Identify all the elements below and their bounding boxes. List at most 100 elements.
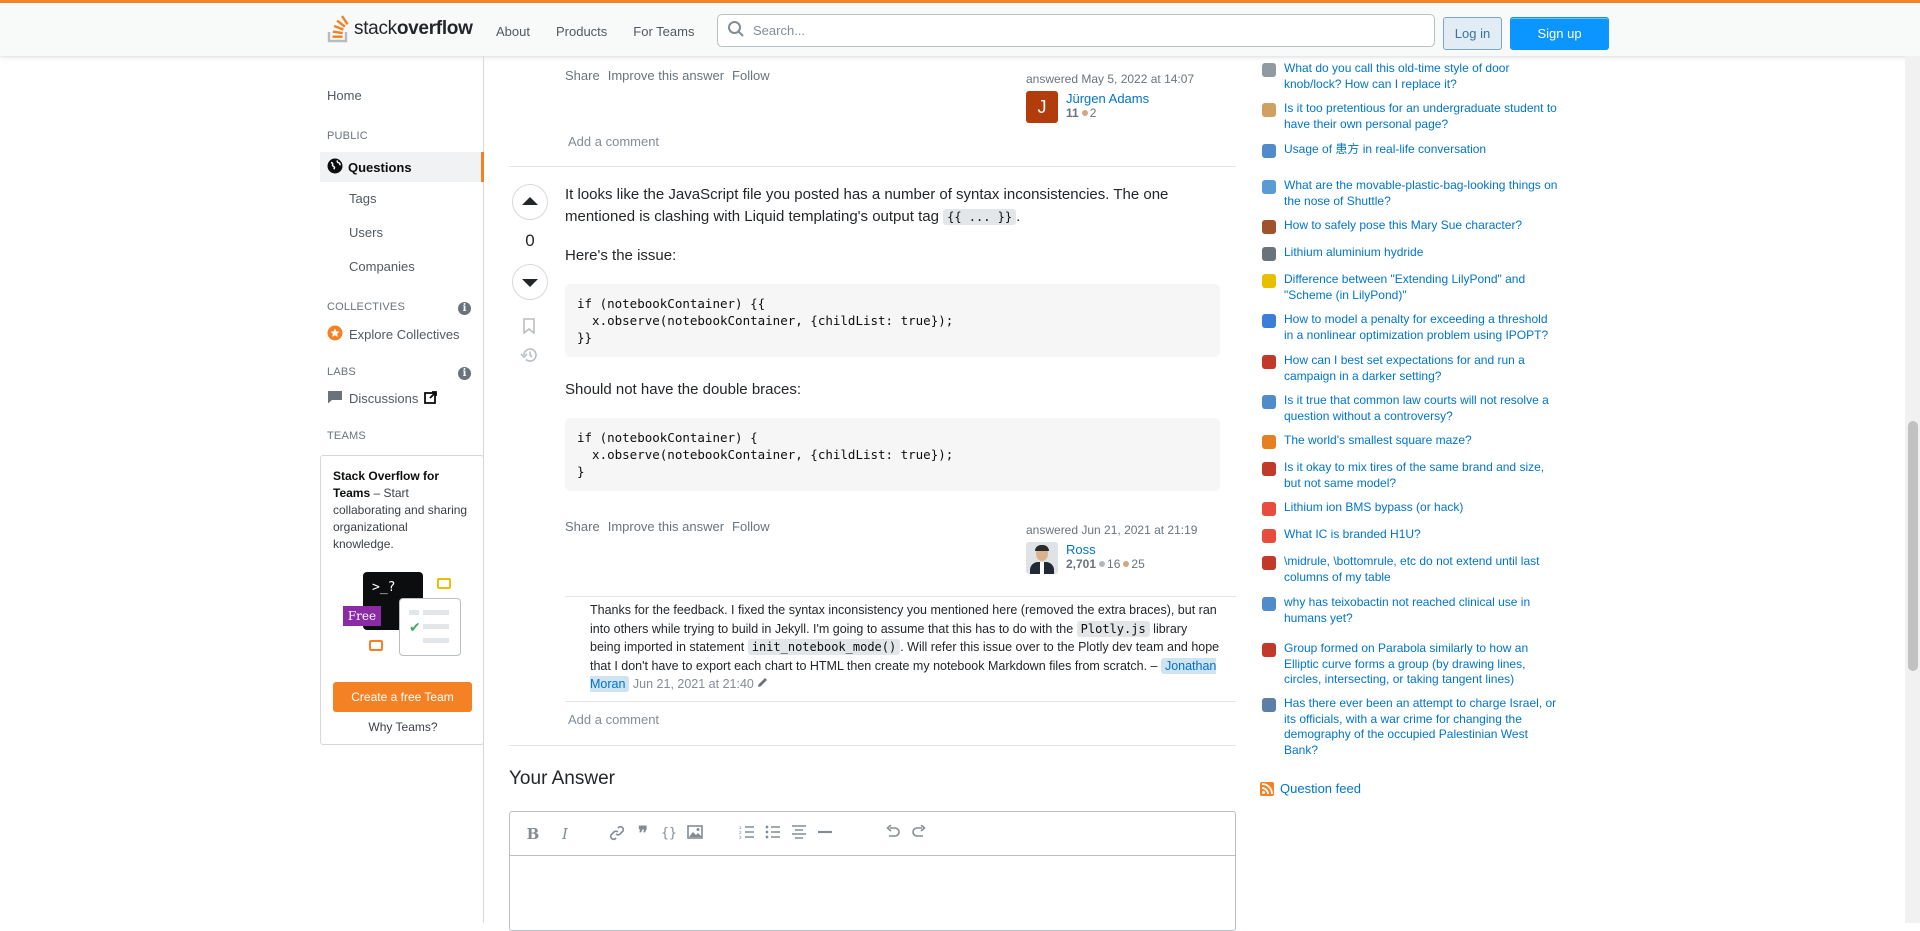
search-input[interactable] [751, 15, 1434, 46]
sidebar-item-users[interactable]: Users [349, 225, 383, 240]
stack-logo-icon [326, 14, 352, 44]
improve-answer-link[interactable]: Improve this answer [608, 519, 724, 534]
ordered-list-icon[interactable]: 123 [738, 825, 756, 843]
hot-question-item[interactable]: The world's smallest square maze? [1260, 433, 1560, 449]
hot-question-title: How can I best set expectations for and … [1284, 353, 1525, 383]
hot-question-item[interactable]: Is it too pretentious for an undergradua… [1260, 101, 1560, 132]
bookmark-icon[interactable] [522, 318, 536, 337]
top-bar: stackoverflow About Products For Teams L… [0, 0, 1920, 56]
image-icon[interactable] [686, 825, 704, 843]
hot-question-item[interactable]: What IC is branded H1U? [1260, 527, 1560, 543]
sidebar-item-discussions[interactable]: Discussions [327, 389, 438, 408]
chat-bubble-icon [369, 640, 383, 651]
improve-answer-link[interactable]: Improve this answer [608, 68, 724, 83]
sidebar-item-explore-collectives[interactable]: Explore Collectives [327, 325, 460, 344]
bulleted-list-icon[interactable] [764, 825, 782, 843]
avatar[interactable]: J [1026, 91, 1058, 123]
italic-button[interactable]: I [556, 825, 574, 843]
hot-question-item[interactable]: What do you call this old-time style of … [1260, 61, 1560, 92]
teams-promo-text: Stack Overflow for Teams – Start collabo… [333, 469, 468, 551]
undo-icon[interactable] [884, 824, 902, 843]
heading-icon[interactable] [790, 825, 808, 843]
add-comment-link[interactable]: Add a comment [568, 712, 659, 727]
nav-for-teams[interactable]: For Teams [623, 16, 704, 47]
signup-button[interactable]: Sign up [1510, 17, 1609, 50]
user-name-link[interactable]: Ross [1066, 542, 1096, 557]
redo-icon[interactable] [910, 824, 928, 843]
hot-question-item[interactable]: \midrule, \bottomrule, etc do not extend… [1260, 554, 1560, 585]
site-favicon-icon [1262, 597, 1276, 611]
hot-question-item[interactable]: How to model a penalty for exceeding a t… [1260, 312, 1560, 343]
hot-question-item[interactable]: Lithium ion BMS bypass (or hack) [1260, 500, 1560, 516]
site-favicon-icon [1262, 698, 1276, 712]
user-reputation: 2,701 16 25 [1066, 557, 1145, 571]
answer-editor[interactable]: B I ❞ {} 123 [509, 811, 1236, 931]
code-block: if (notebookContainer) { x.observe(noteb… [565, 418, 1220, 491]
answered-time: answered May 5, 2022 at 14:07 [1026, 72, 1195, 86]
site-favicon-icon [1262, 247, 1276, 261]
answer-paragraph: Should not have the double braces: [565, 381, 802, 398]
code-icon[interactable]: {} [660, 825, 678, 843]
hot-question-item[interactable]: Difference between "Extending LilyPond" … [1260, 272, 1560, 303]
hot-question-title: Difference between "Extending LilyPond" … [1284, 272, 1526, 302]
hot-question-item[interactable]: Has there ever been an attempt to charge… [1260, 696, 1560, 758]
site-favicon-icon [1262, 63, 1276, 77]
hot-question-item[interactable]: Usage of 患方 in real-life conversation [1260, 142, 1560, 158]
scrollbar-thumb[interactable] [1908, 421, 1918, 671]
hot-question-item[interactable]: why has teixobactin not reached clinical… [1260, 595, 1560, 626]
quote-icon[interactable]: ❞ [634, 825, 652, 843]
share-link[interactable]: Share [565, 519, 600, 534]
site-favicon-icon [1262, 220, 1276, 234]
hot-question-item[interactable]: What are the movable-plastic-bag-looking… [1260, 178, 1560, 209]
main-content: Share Improve this answer Follow answere… [485, 56, 1237, 931]
add-comment-link[interactable]: Add a comment [568, 134, 659, 149]
downvote-button[interactable] [512, 264, 548, 300]
history-icon[interactable] [520, 347, 538, 366]
bold-button[interactable]: B [524, 825, 542, 843]
hot-question-item[interactable]: Is it true that common law courts will n… [1260, 393, 1560, 424]
post-actions: Share Improve this answer Follow [565, 68, 770, 83]
teams-illustration: >_? ✔ Free [339, 572, 461, 658]
sidebar-item-label: Discussions [349, 391, 419, 406]
hot-question-item[interactable]: Lithium aluminium hydride [1260, 245, 1560, 261]
question-feed-link[interactable]: Question feed [1260, 781, 1361, 796]
share-link[interactable]: Share [565, 68, 600, 83]
nav-about[interactable]: About [486, 16, 540, 47]
pencil-icon[interactable] [757, 677, 768, 691]
hot-question-title: How to model a penalty for exceeding a t… [1284, 312, 1549, 342]
upvote-button[interactable] [512, 184, 548, 220]
hot-question-title: Is it too pretentious for an undergradua… [1284, 101, 1557, 131]
hot-question-item[interactable]: How can I best set expectations for and … [1260, 353, 1560, 384]
sidebar-item-questions[interactable]: Questions [320, 152, 484, 182]
link-icon[interactable] [608, 825, 626, 843]
sidebar-item-tags[interactable]: Tags [349, 191, 376, 206]
sidebar-item-companies[interactable]: Companies [349, 259, 415, 274]
hot-question-item[interactable]: Group formed on Parabola similarly to ho… [1260, 641, 1560, 688]
nav-products[interactable]: Products [546, 16, 617, 47]
info-icon[interactable]: i [458, 367, 471, 380]
hot-question-title: Is it okay to mix tires of the same bran… [1284, 460, 1545, 490]
follow-link[interactable]: Follow [732, 68, 770, 83]
info-icon[interactable]: i [458, 302, 471, 315]
user-signature: answered May 5, 2022 at 14:07 J Jürgen A… [1026, 72, 1236, 123]
logo-wordmark: stackoverflow [354, 18, 473, 39]
search-box[interactable] [717, 14, 1435, 47]
login-button[interactable]: Log in [1443, 17, 1502, 50]
site-favicon-icon [1262, 502, 1276, 516]
teams-promo-card: Stack Overflow for Teams – Start collabo… [320, 455, 484, 745]
avatar[interactable] [1026, 542, 1058, 574]
your-answer-heading: Your Answer [509, 768, 615, 789]
hot-question-item[interactable]: How to safely pose this Mary Sue charact… [1260, 218, 1560, 234]
follow-link[interactable]: Follow [732, 519, 770, 534]
site-logo[interactable]: stackoverflow [326, 12, 473, 46]
free-badge: Free [343, 606, 381, 626]
user-name-link[interactable]: Jürgen Adams [1066, 91, 1149, 106]
code-block: if (notebookContainer) {{ x.observe(note… [565, 284, 1220, 357]
create-free-team-button[interactable]: Create a free Team [333, 682, 472, 712]
why-teams-link[interactable]: Why Teams? [321, 720, 485, 734]
divider [565, 701, 1236, 702]
hot-question-item[interactable]: Is it okay to mix tires of the same bran… [1260, 460, 1560, 491]
sidebar-item-home[interactable]: Home [327, 88, 362, 103]
horizontal-rule-icon[interactable] [816, 825, 834, 843]
site-favicon-icon [1262, 103, 1276, 117]
